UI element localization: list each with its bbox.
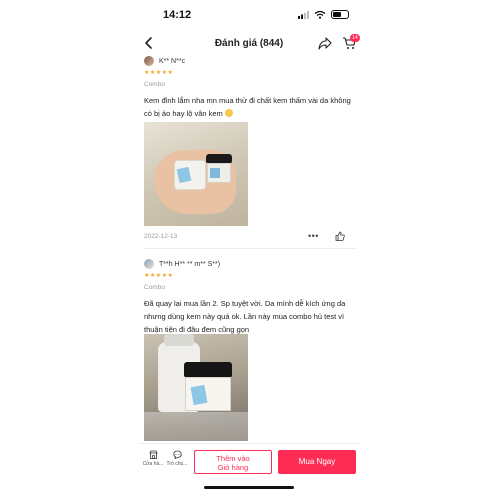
review-card: K** N**c ★★★★★ Combo Kem đỉnh lắm nha mn… [144,54,356,226]
shop-icon [148,450,158,459]
chat-icon [172,450,182,459]
shop-label: Cửa hà... [142,461,164,467]
reviewer: K** N**c [144,54,356,68]
signal-icon [298,10,309,19]
star-rating: ★★★★★ [144,273,174,279]
status-time: 14:12 [163,9,192,21]
review-card: T**h H** ** m** S**) ★★★★★ Combo Đã quay… [144,257,356,441]
star-rating: ★★★★★ [144,70,174,76]
variant-label: Combo [144,284,165,291]
bottom-action-bar: Cửa hà... Trò chu... Thêm vào Giỏ hàng M… [138,443,360,477]
review-text-content: Kem đỉnh lắm nha mn mua thử đi chất kem … [144,96,351,118]
buy-now-button[interactable]: Mua Ngay [278,450,356,474]
smiling-face-icon [224,109,233,117]
review-meta: 2022-12-13 ••• [144,231,356,243]
header: Đánh giá (844) 14 [138,32,360,56]
review-text: Đã quay lại mua lần 2. Sp tuyệt vời. Da … [144,299,346,334]
avatar [144,56,154,66]
battery-icon [331,10,349,19]
chat-button[interactable]: Trò chu... [164,450,190,467]
review-date: 2022-12-13 [144,233,178,240]
add-to-cart-button[interactable]: Thêm vào Giỏ hàng [194,450,272,474]
cart-badge: 14 [350,34,360,42]
chat-label: Trò chu... [166,461,188,467]
reviewer-name: K** N**c [159,57,186,65]
variant-label: Combo [144,81,165,88]
status-bar: 14:12 [0,0,498,28]
wifi-icon [314,10,326,19]
review-photo[interactable] [144,334,248,441]
home-indicator [204,486,294,489]
status-icons [298,10,349,19]
share-icon[interactable] [318,37,332,50]
more-options-icon[interactable]: ••• [308,232,319,241]
shop-button[interactable]: Cửa hà... [140,450,166,467]
reviewer: T**h H** ** m** S**) [144,257,356,271]
thumbs-up-icon[interactable] [335,231,345,241]
avatar [144,259,154,269]
review-text: Kem đỉnh lắm nha mn mua thử đi chất kem … [144,94,356,120]
divider [144,248,356,249]
reviewer-name: T**h H** ** m** S**) [159,260,221,268]
review-photo[interactable] [144,122,248,226]
